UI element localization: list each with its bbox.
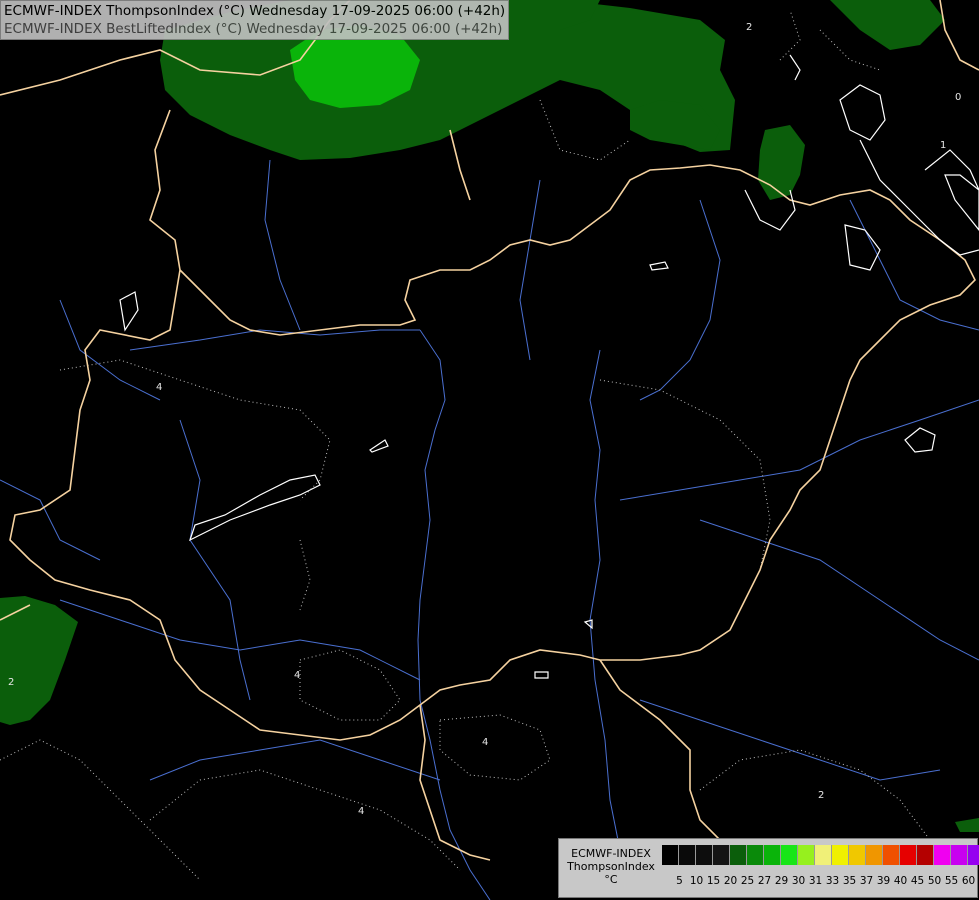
legend-swatch bbox=[866, 845, 883, 865]
contour-label: 1 bbox=[940, 140, 946, 151]
contour-label: 4 bbox=[156, 382, 162, 393]
legend-swatch bbox=[798, 845, 815, 865]
legend-tick-label: 35 bbox=[842, 875, 857, 887]
legend-swatch bbox=[679, 845, 696, 865]
legend-tick-label: 37 bbox=[859, 875, 874, 887]
legend-tick-label: 25 bbox=[740, 875, 755, 887]
legend-swatch bbox=[900, 845, 917, 865]
contour-label: 4 bbox=[294, 670, 300, 681]
legend-title-line1: ECMWF-INDEX bbox=[571, 847, 651, 860]
map-title-box: ECMWF-INDEX ThompsonIndex (°C) Wednesday… bbox=[0, 0, 510, 40]
legend-tick-label: 5 bbox=[676, 875, 683, 887]
legend-swatch bbox=[849, 845, 866, 865]
legend-tick-label: 31 bbox=[808, 875, 823, 887]
legend-tick-label: 40 bbox=[893, 875, 908, 887]
legend-tick-label: 10 bbox=[689, 875, 704, 887]
color-legend: ECMWF-INDEX ThompsonIndex °C 5 10 15 20 25 27… bbox=[558, 838, 979, 898]
legend-title-line2: ThompsonIndex bbox=[567, 860, 655, 873]
legend-swatch bbox=[781, 845, 798, 865]
legend-swatch bbox=[747, 845, 764, 865]
contour-label: 2 bbox=[818, 790, 824, 801]
legend-swatch bbox=[764, 845, 781, 865]
legend-swatch bbox=[815, 845, 832, 865]
legend-swatch bbox=[713, 845, 730, 865]
legend-swatches bbox=[662, 845, 979, 865]
legend-tick-label: 55 bbox=[944, 875, 959, 887]
legend-tick-label: 60 bbox=[961, 875, 976, 887]
map-title-secondary: ECMWF-INDEX BestLiftedIndex (°C) Wednesd… bbox=[4, 21, 503, 37]
legend-tick-label: 45 bbox=[910, 875, 925, 887]
legend-swatch bbox=[662, 845, 679, 865]
legend-swatch bbox=[951, 845, 968, 865]
legend-swatch bbox=[917, 845, 934, 865]
legend-tick-label: 15 bbox=[706, 875, 721, 887]
legend-swatch bbox=[934, 845, 951, 865]
legend-tick-label: 30 bbox=[791, 875, 806, 887]
legend-tick-label: 27 bbox=[757, 875, 772, 887]
legend-tick-label: 39 bbox=[876, 875, 891, 887]
legend-tick-label: 20 bbox=[723, 875, 738, 887]
contour-label: 2 bbox=[8, 677, 14, 688]
map-title-primary: ECMWF-INDEX ThompsonIndex (°C) Wednesday… bbox=[4, 3, 506, 19]
legend-swatch bbox=[730, 845, 747, 865]
contour-label: 0 bbox=[955, 92, 961, 103]
legend-swatch bbox=[696, 845, 713, 865]
legend-unit: °C bbox=[604, 873, 618, 886]
legend-swatch bbox=[968, 845, 979, 865]
contour-label: 4 bbox=[482, 737, 488, 748]
legend-title: ECMWF-INDEX ThompsonIndex °C bbox=[565, 847, 657, 886]
legend-tick-label: 33 bbox=[825, 875, 840, 887]
map-canvas: 0 1 2 2 2 4 4 4 4 bbox=[0, 0, 979, 900]
legend-swatch bbox=[832, 845, 849, 865]
legend-swatch bbox=[883, 845, 900, 865]
legend-tick-label: 29 bbox=[774, 875, 789, 887]
legend-ticks: 5 10 15 20 25 27 29 30 31 33 35 37 39 40 45 50 55 60 bbox=[671, 875, 977, 887]
contour-label: 2 bbox=[746, 22, 752, 33]
legend-tick-label: 50 bbox=[927, 875, 942, 887]
contour-label: 4 bbox=[358, 806, 364, 817]
